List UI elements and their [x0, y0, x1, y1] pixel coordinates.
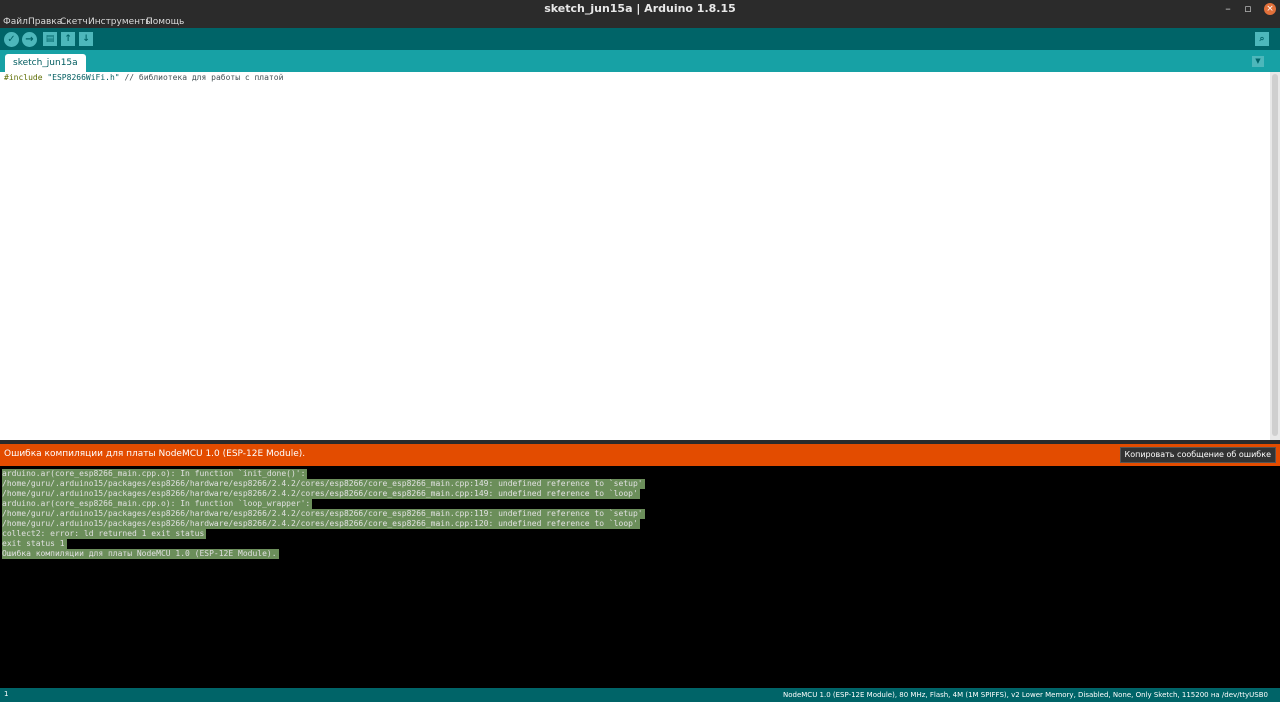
- console-line: /home/guru/.arduino15/packages/esp8266/h…: [2, 509, 645, 519]
- editor-scrollbar[interactable]: [1270, 72, 1280, 440]
- console-line: exit status 1: [2, 539, 67, 549]
- minimize-icon[interactable]: –: [1220, 1, 1236, 17]
- checkmark-icon: ✓: [7, 34, 16, 45]
- menu-help[interactable]: Помощь: [146, 17, 184, 27]
- tab-sketch[interactable]: sketch_jun15a: [5, 54, 86, 72]
- new-file-icon: ▤: [45, 34, 55, 44]
- verify-button[interactable]: ✓: [4, 32, 19, 47]
- serial-monitor-button[interactable]: ⌕: [1255, 32, 1269, 46]
- open-button[interactable]: ↑: [61, 32, 75, 46]
- console-output[interactable]: arduino.ar(core_esp8266_main.cpp.o): In …: [0, 466, 1280, 688]
- code-comment: // библиотека для работы с платой: [124, 73, 284, 82]
- tab-menu-button[interactable]: ▼: [1252, 56, 1264, 67]
- magnifier-icon: ⌕: [1259, 34, 1265, 44]
- preprocessor-directive: #include: [4, 73, 43, 82]
- line-number: 1: [4, 690, 9, 698]
- maximize-icon[interactable]: ▫: [1240, 1, 1256, 17]
- error-bar: Ошибка компиляции для платы NodeMCU 1.0 …: [0, 444, 1280, 466]
- board-info: NodeMCU 1.0 (ESP-12E Module), 80 MHz, Fl…: [783, 691, 1268, 699]
- arrow-right-icon: →: [25, 34, 34, 45]
- menu-file[interactable]: Файл: [3, 17, 28, 27]
- upload-button[interactable]: →: [22, 32, 37, 47]
- new-button[interactable]: ▤: [43, 32, 57, 46]
- window-title: sketch_jun15a | Arduino 1.8.15: [544, 2, 736, 15]
- tab-strip: sketch_jun15a ▼: [0, 50, 1280, 72]
- menu-bar: Файл Правка Скетч Инструменты Помощь: [0, 17, 1280, 28]
- toolbar: ✓ → ▤ ↑ ↓ ⌕: [0, 28, 1280, 50]
- console-line: collect2: error: ld returned 1 exit stat…: [2, 529, 207, 539]
- console-line: /home/guru/.arduino15/packages/esp8266/h…: [2, 519, 640, 529]
- close-icon[interactable]: ×: [1264, 3, 1276, 15]
- scrollbar-thumb[interactable]: [1272, 74, 1278, 436]
- code-editor[interactable]: #include "ESP8266WiFi.h" // библиотека д…: [0, 72, 1270, 440]
- title-bar: sketch_jun15a | Arduino 1.8.15 – ▫ ×: [0, 0, 1280, 18]
- copy-error-button[interactable]: Копировать сообщение об ошибке: [1119, 447, 1276, 463]
- save-button[interactable]: ↓: [79, 32, 93, 46]
- arrow-up-icon: ↑: [64, 34, 72, 44]
- menu-tools[interactable]: Инструменты: [88, 17, 152, 27]
- include-string: "ESP8266WiFi.h": [47, 73, 120, 82]
- console-line: arduino.ar(core_esp8266_main.cpp.o): In …: [2, 499, 313, 509]
- console-line: /home/guru/.arduino15/packages/esp8266/h…: [2, 479, 645, 489]
- menu-edit[interactable]: Правка: [28, 17, 62, 27]
- code-line: #include "ESP8266WiFi.h" // библиотека д…: [4, 73, 283, 82]
- status-bar: 1 NodeMCU 1.0 (ESP-12E Module), 80 MHz, …: [0, 688, 1280, 702]
- arrow-down-icon: ↓: [82, 34, 90, 44]
- console-line: /home/guru/.arduino15/packages/esp8266/h…: [2, 489, 640, 499]
- console-line: arduino.ar(core_esp8266_main.cpp.o): In …: [2, 469, 308, 479]
- menu-sketch[interactable]: Скетч: [60, 17, 88, 27]
- chevron-down-icon: ▼: [1255, 57, 1261, 65]
- console-line: Ошибка компиляции для платы NodeMCU 1.0 …: [2, 549, 279, 559]
- error-message: Ошибка компиляции для платы NodeMCU 1.0 …: [4, 449, 306, 459]
